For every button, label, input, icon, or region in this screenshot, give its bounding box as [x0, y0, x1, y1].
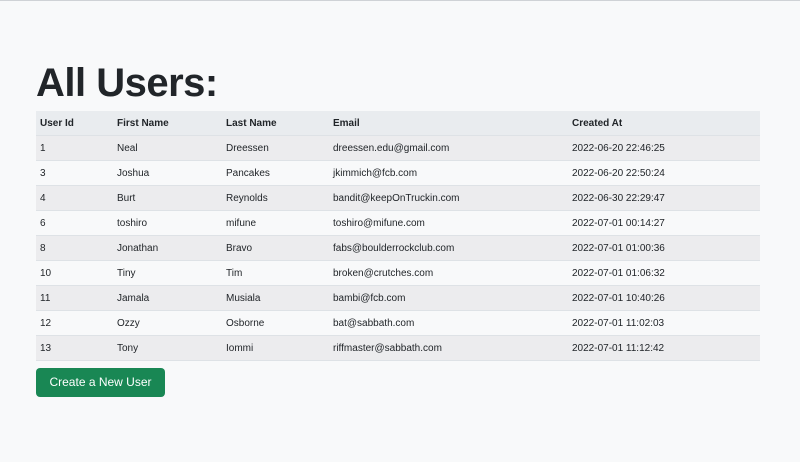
cell-last-name: mifune: [222, 210, 329, 236]
cell-user-id: 6: [36, 210, 113, 236]
cell-email: toshiro@mifune.com: [329, 210, 568, 236]
cell-user-id: 11: [36, 285, 113, 311]
cell-created-at: 2022-07-01 10:40:26: [568, 285, 760, 311]
cell-created-at: 2022-07-01 01:06:32: [568, 260, 760, 286]
cell-user-id: 8: [36, 235, 113, 261]
table-row: 12 Ozzy Osborne bat@sabbath.com 2022-07-…: [36, 310, 760, 336]
table-row: 8 Jonathan Bravo fabs@boulderrockclub.co…: [36, 235, 760, 261]
column-header-user-id: User Id: [36, 111, 113, 136]
table-row: 1 Neal Dreessen dreessen.edu@gmail.com 2…: [36, 135, 760, 161]
cell-user-id: 13: [36, 335, 113, 361]
page-title: All Users:: [36, 61, 218, 105]
cell-first-name: Burt: [113, 185, 222, 211]
cell-user-id: 12: [36, 310, 113, 336]
cell-created-at: 2022-06-20 22:46:25: [568, 135, 760, 161]
cell-created-at: 2022-07-01 11:12:42: [568, 335, 760, 361]
header-row: User Id First Name Last Name Email Creat…: [36, 111, 760, 136]
cell-first-name: Jamala: [113, 285, 222, 311]
column-header-created-at: Created At: [568, 111, 760, 136]
cell-last-name: Musiala: [222, 285, 329, 311]
cell-last-name: Dreessen: [222, 135, 329, 161]
cell-created-at: 2022-06-20 22:50:24: [568, 160, 760, 186]
cell-first-name: Tony: [113, 335, 222, 361]
cell-last-name: Tim: [222, 260, 329, 286]
create-new-user-button[interactable]: Create a New User: [36, 368, 165, 397]
table-row: 4 Burt Reynolds bandit@keepOnTruckin.com…: [36, 185, 760, 211]
users-table-header: User Id First Name Last Name Email Creat…: [36, 111, 760, 136]
cell-first-name: toshiro: [113, 210, 222, 236]
cell-first-name: Neal: [113, 135, 222, 161]
table-row: 3 Joshua Pancakes jkimmich@fcb.com 2022-…: [36, 160, 760, 186]
cell-email: bat@sabbath.com: [329, 310, 568, 336]
cell-created-at: 2022-07-01 11:02:03: [568, 310, 760, 336]
cell-first-name: Tiny: [113, 260, 222, 286]
cell-first-name: Joshua: [113, 160, 222, 186]
cell-last-name: Bravo: [222, 235, 329, 261]
cell-email: bambi@fcb.com: [329, 285, 568, 311]
cell-last-name: Pancakes: [222, 160, 329, 186]
cell-email: dreessen.edu@gmail.com: [329, 135, 568, 161]
cell-email: riffmaster@sabbath.com: [329, 335, 568, 361]
cell-user-id: 3: [36, 160, 113, 186]
cell-last-name: Iommi: [222, 335, 329, 361]
cell-email: broken@crutches.com: [329, 260, 568, 286]
cell-last-name: Reynolds: [222, 185, 329, 211]
users-table: User Id First Name Last Name Email Creat…: [36, 111, 760, 361]
users-table-body: 1 Neal Dreessen dreessen.edu@gmail.com 2…: [36, 135, 760, 361]
cell-email: jkimmich@fcb.com: [329, 160, 568, 186]
table-row: 6 toshiro mifune toshiro@mifune.com 2022…: [36, 210, 760, 236]
cell-first-name: Jonathan: [113, 235, 222, 261]
table-row: 13 Tony Iommi riffmaster@sabbath.com 202…: [36, 335, 760, 361]
cell-user-id: 1: [36, 135, 113, 161]
cell-created-at: 2022-07-01 01:00:36: [568, 235, 760, 261]
table-row: 10 Tiny Tim broken@crutches.com 2022-07-…: [36, 260, 760, 286]
cell-email: bandit@keepOnTruckin.com: [329, 185, 568, 211]
column-header-last-name: Last Name: [222, 111, 329, 136]
cell-last-name: Osborne: [222, 310, 329, 336]
column-header-email: Email: [329, 111, 568, 136]
cell-user-id: 10: [36, 260, 113, 286]
column-header-first-name: First Name: [113, 111, 222, 136]
table-row: 11 Jamala Musiala bambi@fcb.com 2022-07-…: [36, 285, 760, 311]
cell-email: fabs@boulderrockclub.com: [329, 235, 568, 261]
cell-first-name: Ozzy: [113, 310, 222, 336]
cell-user-id: 4: [36, 185, 113, 211]
cell-created-at: 2022-07-01 00:14:27: [568, 210, 760, 236]
cell-created-at: 2022-06-30 22:29:47: [568, 185, 760, 211]
